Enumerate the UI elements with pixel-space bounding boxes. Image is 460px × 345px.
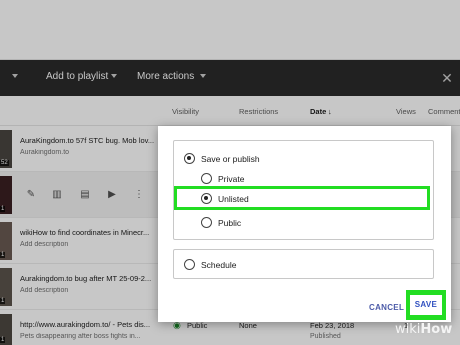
schedule-section: Schedule [173, 249, 434, 279]
private-radio[interactable] [201, 173, 212, 184]
watermark: wikiHow [395, 322, 452, 337]
schedule-radio[interactable] [184, 259, 195, 270]
unlisted-radio[interactable] [201, 193, 212, 204]
public-radio[interactable] [201, 217, 212, 228]
visibility-dialog: Save or publish Private Public Unlisted … [158, 126, 451, 322]
save-button[interactable]: SAVE [410, 295, 442, 315]
save-or-publish-radio[interactable] [184, 153, 195, 164]
private-label: Private [218, 174, 245, 184]
public-label: Public [218, 218, 242, 228]
unlisted-label: Unlisted [218, 194, 249, 204]
watermark-how: How [420, 322, 453, 337]
schedule-label: Schedule [201, 260, 237, 270]
watermark-wiki: wiki [395, 322, 421, 337]
unlisted-option-highlight[interactable]: Unlisted [174, 186, 430, 210]
cancel-button[interactable]: CANCEL [369, 303, 404, 312]
save-or-publish-label: Save or publish [201, 154, 260, 164]
